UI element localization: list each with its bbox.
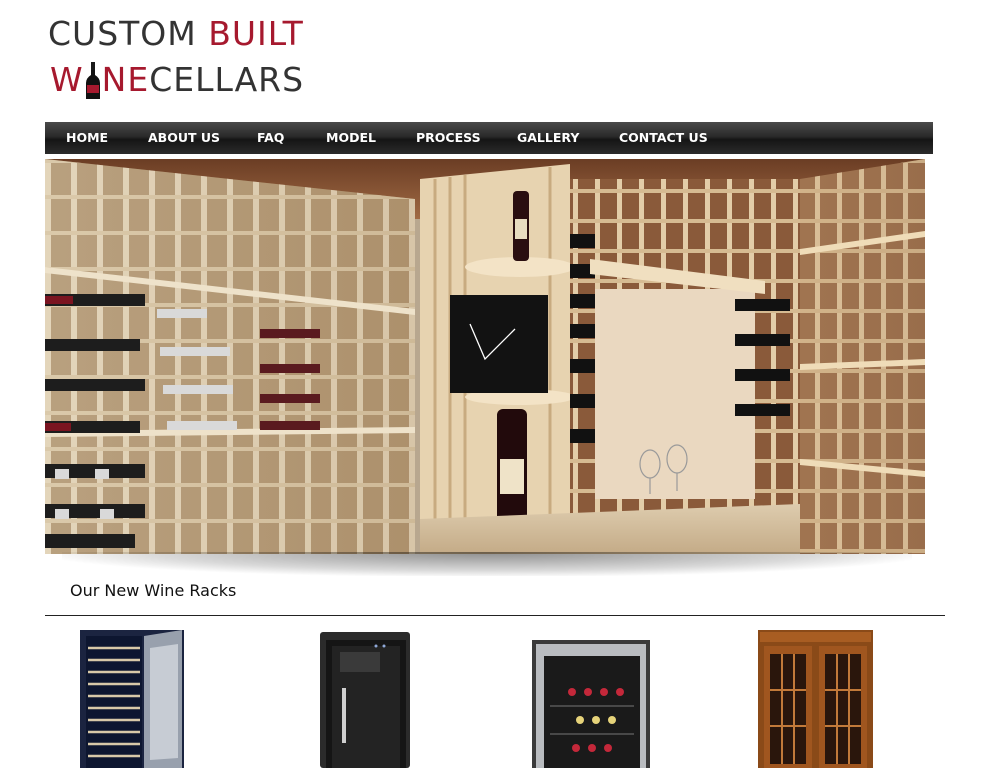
nav-item-contact-us[interactable]: CONTACT US bbox=[619, 122, 708, 154]
logo-line-1: CUSTOM BUILT bbox=[48, 14, 304, 54]
nav-item-faq[interactable]: FAQ bbox=[257, 122, 284, 154]
logo-letters-ne: NE bbox=[101, 60, 150, 99]
hero-shadow bbox=[62, 552, 912, 576]
wine-bottle-icon bbox=[85, 62, 101, 100]
nav-item-about-us[interactable]: ABOUT US bbox=[148, 122, 220, 154]
nav-item-process[interactable]: PROCESS bbox=[416, 122, 481, 154]
nav-item-model[interactable]: MODEL bbox=[326, 122, 376, 154]
product-tall-wine-fridge[interactable] bbox=[78, 628, 188, 768]
section-title: Our New Wine Racks bbox=[70, 581, 237, 600]
logo-word-custom: CUSTOM bbox=[48, 14, 197, 53]
logo-letter-w: W bbox=[50, 60, 84, 99]
nav-item-home[interactable]: HOME bbox=[66, 122, 108, 154]
product-stainless-wine-cooler[interactable] bbox=[532, 640, 650, 768]
hero-image bbox=[45, 159, 925, 554]
main-nav: HOME ABOUT US FAQ MODEL PROCESS GALLERY … bbox=[45, 122, 933, 154]
product-wooden-wine-cabinet[interactable] bbox=[758, 630, 873, 768]
product-compact-wine-cooler[interactable] bbox=[318, 628, 413, 768]
nav-item-gallery[interactable]: GALLERY bbox=[517, 122, 579, 154]
logo-line-2: W NE CELLARS bbox=[50, 60, 304, 100]
section-divider bbox=[45, 615, 945, 616]
site-logo[interactable]: CUSTOM BUILT W NE CELLARS bbox=[48, 14, 328, 104]
logo-word-cellars: CELLARS bbox=[149, 60, 305, 99]
logo-word-built: BUILT bbox=[208, 14, 304, 53]
